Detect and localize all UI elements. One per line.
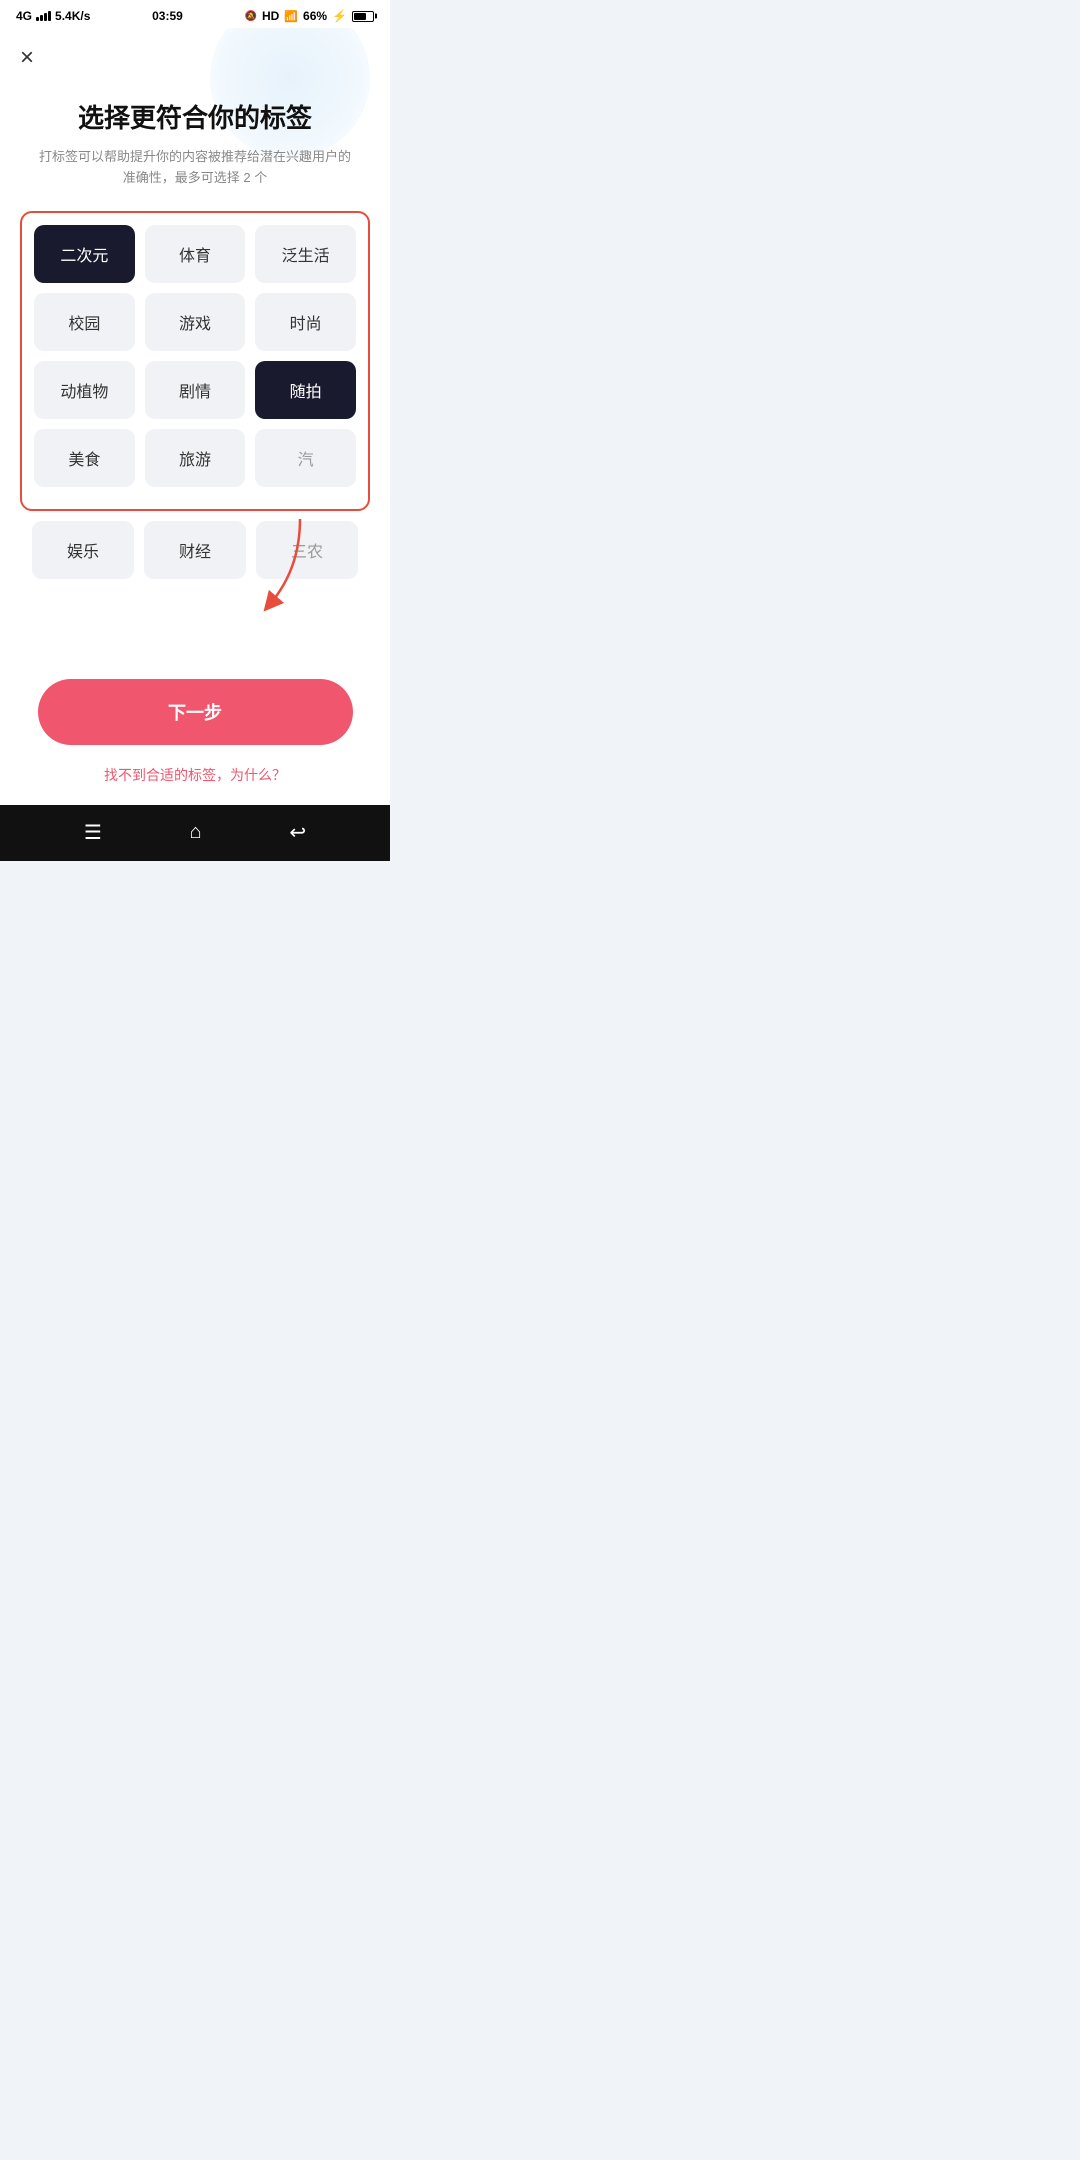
network-label: 4G xyxy=(16,9,32,23)
main-container: × 选择更符合你的标签 打标签可以帮助提升你的内容被推荐给潜在兴趣用户的准确性，… xyxy=(0,28,390,805)
tag-游戏[interactable]: 游戏 xyxy=(145,293,246,351)
tag-体育[interactable]: 体育 xyxy=(145,225,246,283)
back-icon[interactable]: ↩ xyxy=(289,820,306,845)
tag-校园[interactable]: 校园 xyxy=(34,293,135,351)
hd-label: HD xyxy=(262,9,279,23)
bottom-nav: ☰ ⌂ ↩ xyxy=(0,805,390,861)
alarm-icon: 🔕 xyxy=(245,11,257,22)
lightning-icon: ⚡ xyxy=(332,9,347,23)
tags-row-3: 动植物 剧情 随拍 xyxy=(34,361,356,419)
page-title: 选择更符合你的标签 xyxy=(20,98,370,135)
battery-pct: 66% xyxy=(303,9,327,23)
tags-selection-box: 二次元 体育 泛生活 校园 游戏 时尚 动植物 剧情 随拍 美食 旅游 汽 xyxy=(20,211,370,511)
close-button[interactable]: × xyxy=(20,44,34,72)
tags-row-2: 校园 游戏 时尚 xyxy=(34,293,356,351)
next-button[interactable]: 下一步 xyxy=(38,679,353,745)
status-bar: 4G 5.4K/s 03:59 🔕 HD 📶 66% ⚡ xyxy=(0,0,390,28)
content-area: 选择更符合你的标签 打标签可以帮助提升你的内容被推荐给潜在兴趣用户的准确性，最多… xyxy=(0,28,390,805)
tag-剧情[interactable]: 剧情 xyxy=(145,361,246,419)
tag-美食[interactable]: 美食 xyxy=(34,429,135,487)
wifi-icon: 📶 xyxy=(284,10,298,23)
battery-icon xyxy=(352,11,374,22)
tag-泛生活[interactable]: 泛生活 xyxy=(255,225,356,283)
tag-娱乐[interactable]: 娱乐 xyxy=(32,521,134,579)
tag-随拍[interactable]: 随拍 xyxy=(255,361,356,419)
home-icon[interactable]: ⌂ xyxy=(190,821,202,844)
help-prefix: 找不到合适的标签， xyxy=(104,767,230,783)
tag-二次元[interactable]: 二次元 xyxy=(34,225,135,283)
status-right: 🔕 HD 📶 66% ⚡ xyxy=(245,9,374,23)
arrow-annotation xyxy=(20,589,370,669)
page-subtitle: 打标签可以帮助提升你的内容被推荐给潜在兴趣用户的准确性，最多可选择 2 个 xyxy=(20,147,370,189)
tag-旅游[interactable]: 旅游 xyxy=(145,429,246,487)
status-left: 4G 5.4K/s xyxy=(16,9,90,23)
help-link[interactable]: 为什么？ xyxy=(230,767,286,783)
speed-label: 5.4K/s xyxy=(55,9,90,23)
tags-row-4: 美食 旅游 汽 xyxy=(34,429,356,487)
menu-icon[interactable]: ☰ xyxy=(84,820,102,845)
help-text: 找不到合适的标签，为什么？ xyxy=(20,765,370,785)
tags-row-1: 二次元 体育 泛生活 xyxy=(34,225,356,283)
time-label: 03:59 xyxy=(152,9,183,23)
tag-动植物[interactable]: 动植物 xyxy=(34,361,135,419)
signal-bars xyxy=(36,11,51,21)
arrow-svg xyxy=(220,509,340,629)
tag-时尚[interactable]: 时尚 xyxy=(255,293,356,351)
tag-汽[interactable]: 汽 xyxy=(255,429,356,487)
